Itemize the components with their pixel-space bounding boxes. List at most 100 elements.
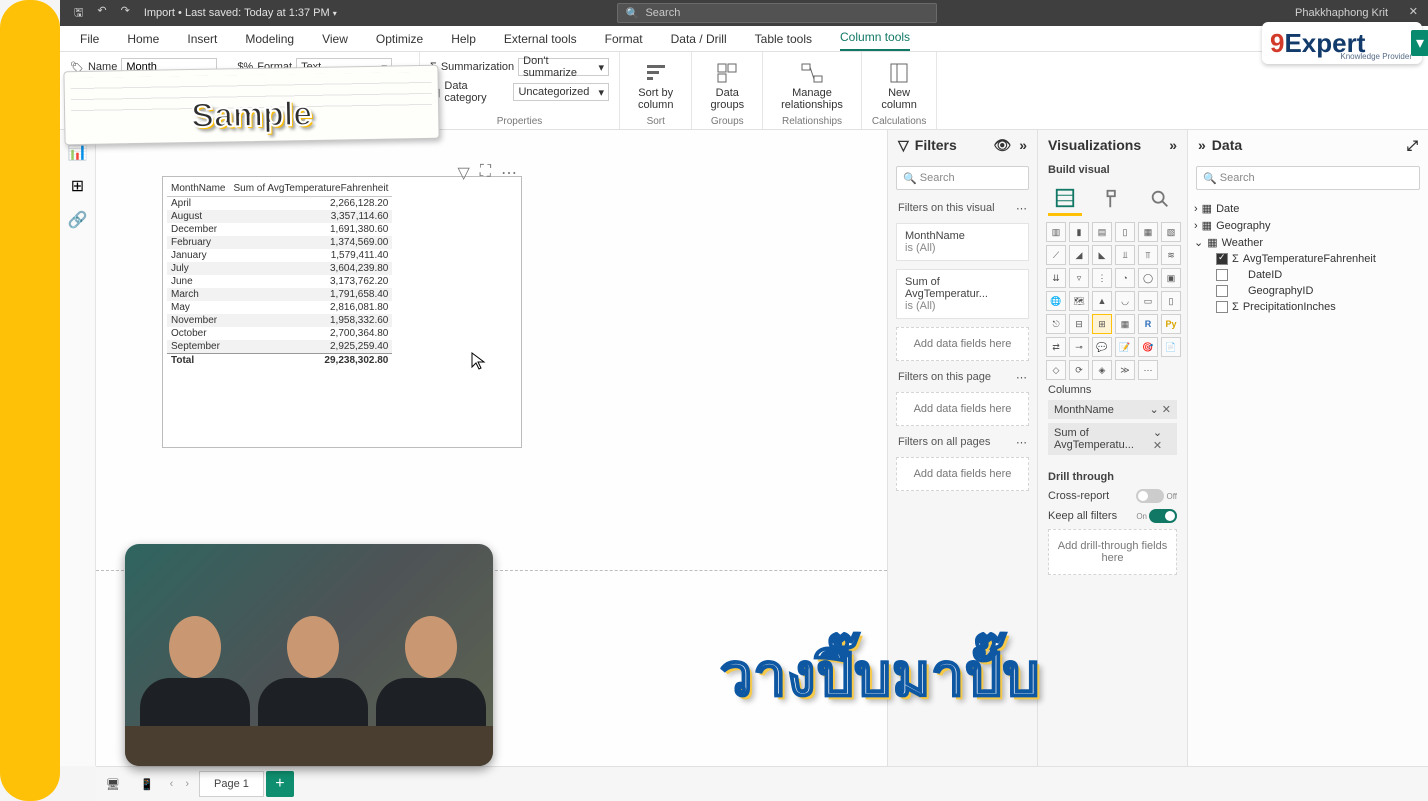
viz-clustered-column[interactable]: ▯ — [1115, 222, 1135, 242]
filters-visual-drop[interactable]: Add data fields here — [896, 327, 1029, 361]
tab-format[interactable]: Format — [605, 27, 643, 51]
drill-drop[interactable]: Add drill-through fields here — [1048, 529, 1177, 575]
viz-custom1[interactable]: ◈ — [1092, 360, 1112, 380]
viz-matrix[interactable]: ▦ — [1115, 314, 1135, 334]
viz-map[interactable]: 🌐 — [1046, 291, 1066, 311]
field-monthname[interactable]: MonthName⌄ ✕ — [1048, 400, 1177, 419]
next-page-icon[interactable]: › — [179, 778, 195, 790]
checkbox[interactable] — [1216, 285, 1228, 297]
viz-narrative[interactable]: 📝 — [1115, 337, 1135, 357]
collapse-icon[interactable]: » — [1019, 137, 1027, 154]
table-row[interactable]: April2,266,128.20 — [167, 197, 392, 211]
cross-report-toggle[interactable] — [1136, 489, 1164, 503]
viz-custom2[interactable]: ≫ — [1115, 360, 1135, 380]
viz-azure-map[interactable]: ▲ — [1092, 291, 1112, 311]
table-row[interactable]: November1,958,332.60 — [167, 314, 392, 327]
page-tab[interactable]: Page 1 — [199, 771, 264, 797]
filters-all-drop[interactable]: Add data fields here — [896, 457, 1029, 491]
table-weather[interactable]: ⌄▦Weather — [1194, 234, 1422, 251]
tab-column-tools[interactable]: Column tools — [840, 25, 910, 51]
more-icon[interactable]: ⋯ — [1016, 371, 1027, 384]
viz-stacked-area[interactable]: ◣ — [1092, 245, 1112, 265]
more-icon[interactable]: ⋯ — [501, 163, 517, 183]
mobile-layout-icon[interactable]: 📱 — [130, 778, 164, 791]
field-geographyid[interactable]: GeographyID — [1194, 283, 1422, 299]
viz-gauge[interactable]: ◡ — [1115, 291, 1135, 311]
redo-icon[interactable]: ↷ — [121, 4, 130, 23]
data-groups-button[interactable]: Data groups — [702, 58, 752, 114]
view-toggle-icon[interactable]: 👁 — [993, 137, 1011, 154]
format-mode-icon[interactable] — [1096, 182, 1130, 216]
viz-r[interactable]: R — [1138, 314, 1158, 334]
collapse-icon[interactable]: » — [1169, 137, 1177, 153]
viz-kpi[interactable]: ⎋ — [1046, 314, 1066, 334]
table-view-icon[interactable]: ⊞ — [71, 176, 84, 196]
global-search[interactable]: 🔍 Search — [617, 3, 937, 23]
viz-100-bar[interactable]: ▦ — [1138, 222, 1158, 242]
viz-line-column2[interactable]: ⫪ — [1138, 245, 1158, 265]
add-page-button[interactable]: + — [266, 771, 294, 797]
remove-icon[interactable]: ✕ — [1162, 404, 1171, 416]
viz-key-influencers[interactable]: ⇄ — [1046, 337, 1066, 357]
sort-by-column-button[interactable]: Sort by column — [630, 58, 681, 114]
table-geography[interactable]: ›▦Geography — [1194, 217, 1422, 234]
viz-decomposition[interactable]: ⊸ — [1069, 337, 1089, 357]
viz-python[interactable]: Py — [1161, 314, 1181, 334]
more-icon[interactable]: ⋯ — [1016, 436, 1027, 449]
viz-waterfall[interactable]: ⇊ — [1046, 268, 1066, 288]
analytics-mode-icon[interactable] — [1143, 182, 1177, 216]
viz-area[interactable]: ◢ — [1069, 245, 1089, 265]
table-row[interactable]: January1,579,411.40 — [167, 249, 392, 262]
tab-table-tools[interactable]: Table tools — [755, 27, 812, 51]
close-icon[interactable]: ✕ — [1409, 5, 1418, 18]
save-icon[interactable]: 🖫 — [74, 4, 83, 23]
filter-card-sum[interactable]: Sum of AvgTemperatur... is (All) — [896, 269, 1029, 319]
viz-donut[interactable]: ◯ — [1138, 268, 1158, 288]
viz-100-column[interactable]: ▧ — [1161, 222, 1181, 242]
viz-filled-map[interactable]: 🗺 — [1069, 291, 1089, 311]
filters-search[interactable]: 🔍 Search — [896, 166, 1029, 190]
table-row[interactable]: July3,604,239.80 — [167, 262, 392, 275]
viz-powerapps[interactable]: ◇ — [1046, 360, 1066, 380]
field-avgtemp[interactable]: ΣAvgTemperatureFahrenheit — [1194, 251, 1422, 267]
tab-view[interactable]: View — [322, 27, 348, 51]
table-row[interactable]: March1,791,658.40 — [167, 288, 392, 301]
data-search[interactable]: 🔍 Search — [1196, 166, 1420, 190]
viz-treemap[interactable]: ▣ — [1161, 268, 1181, 288]
viz-line-column[interactable]: ⫫ — [1115, 245, 1135, 265]
field-dateid[interactable]: DateID — [1194, 267, 1422, 283]
undo-icon[interactable]: ↶ — [97, 4, 106, 23]
col-monthname[interactable]: MonthName — [167, 181, 229, 197]
table-row[interactable]: February1,374,569.00 — [167, 236, 392, 249]
viz-card[interactable]: ▭ — [1138, 291, 1158, 311]
tab-help[interactable]: Help — [451, 27, 476, 51]
viz-qa[interactable]: 💬 — [1092, 337, 1112, 357]
table-row[interactable]: December1,691,380.60 — [167, 223, 392, 236]
table-date[interactable]: ›▦Date — [1194, 200, 1422, 217]
viz-goals[interactable]: 🎯 — [1138, 337, 1158, 357]
viz-slicer[interactable]: ⊟ — [1069, 314, 1089, 334]
expand-icon[interactable]: » — [1198, 137, 1206, 153]
tab-external[interactable]: External tools — [504, 27, 577, 51]
viz-get-more[interactable]: ⋯ — [1138, 360, 1158, 380]
model-view-icon[interactable]: 🔗 — [68, 210, 88, 230]
checkbox-checked[interactable] — [1216, 253, 1228, 265]
viz-table[interactable]: ⊞ — [1092, 314, 1112, 334]
table-row[interactable]: May2,816,081.80 — [167, 301, 392, 314]
table-row[interactable]: August3,357,114.60 — [167, 210, 392, 223]
filter-icon[interactable]: ▽ — [457, 163, 469, 183]
table-row[interactable]: October2,700,364.80 — [167, 327, 392, 340]
col-sum[interactable]: Sum of AvgTemperatureFahrenheit — [229, 181, 392, 197]
table-visual[interactable]: ▽ ⛶ ⋯ MonthName Sum of AvgTemperatureFah… — [162, 176, 522, 448]
prev-page-icon[interactable]: ‹ — [164, 778, 180, 790]
viz-scatter[interactable]: ⋮ — [1092, 268, 1112, 288]
viz-ribbon[interactable]: ≋ — [1161, 245, 1181, 265]
checkbox[interactable] — [1216, 301, 1228, 313]
field-sum[interactable]: Sum of AvgTemperatu...⌄ ✕ — [1048, 423, 1177, 455]
viz-stacked-column[interactable]: ▮ — [1069, 222, 1089, 242]
build-mode-icon[interactable] — [1048, 182, 1082, 216]
chevron-down-icon[interactable]: ⌄ — [1153, 427, 1162, 439]
viz-clustered-bar[interactable]: ▤ — [1092, 222, 1112, 242]
logo-dropdown-icon[interactable]: ▾ — [1411, 30, 1428, 56]
checkbox[interactable] — [1216, 269, 1228, 281]
